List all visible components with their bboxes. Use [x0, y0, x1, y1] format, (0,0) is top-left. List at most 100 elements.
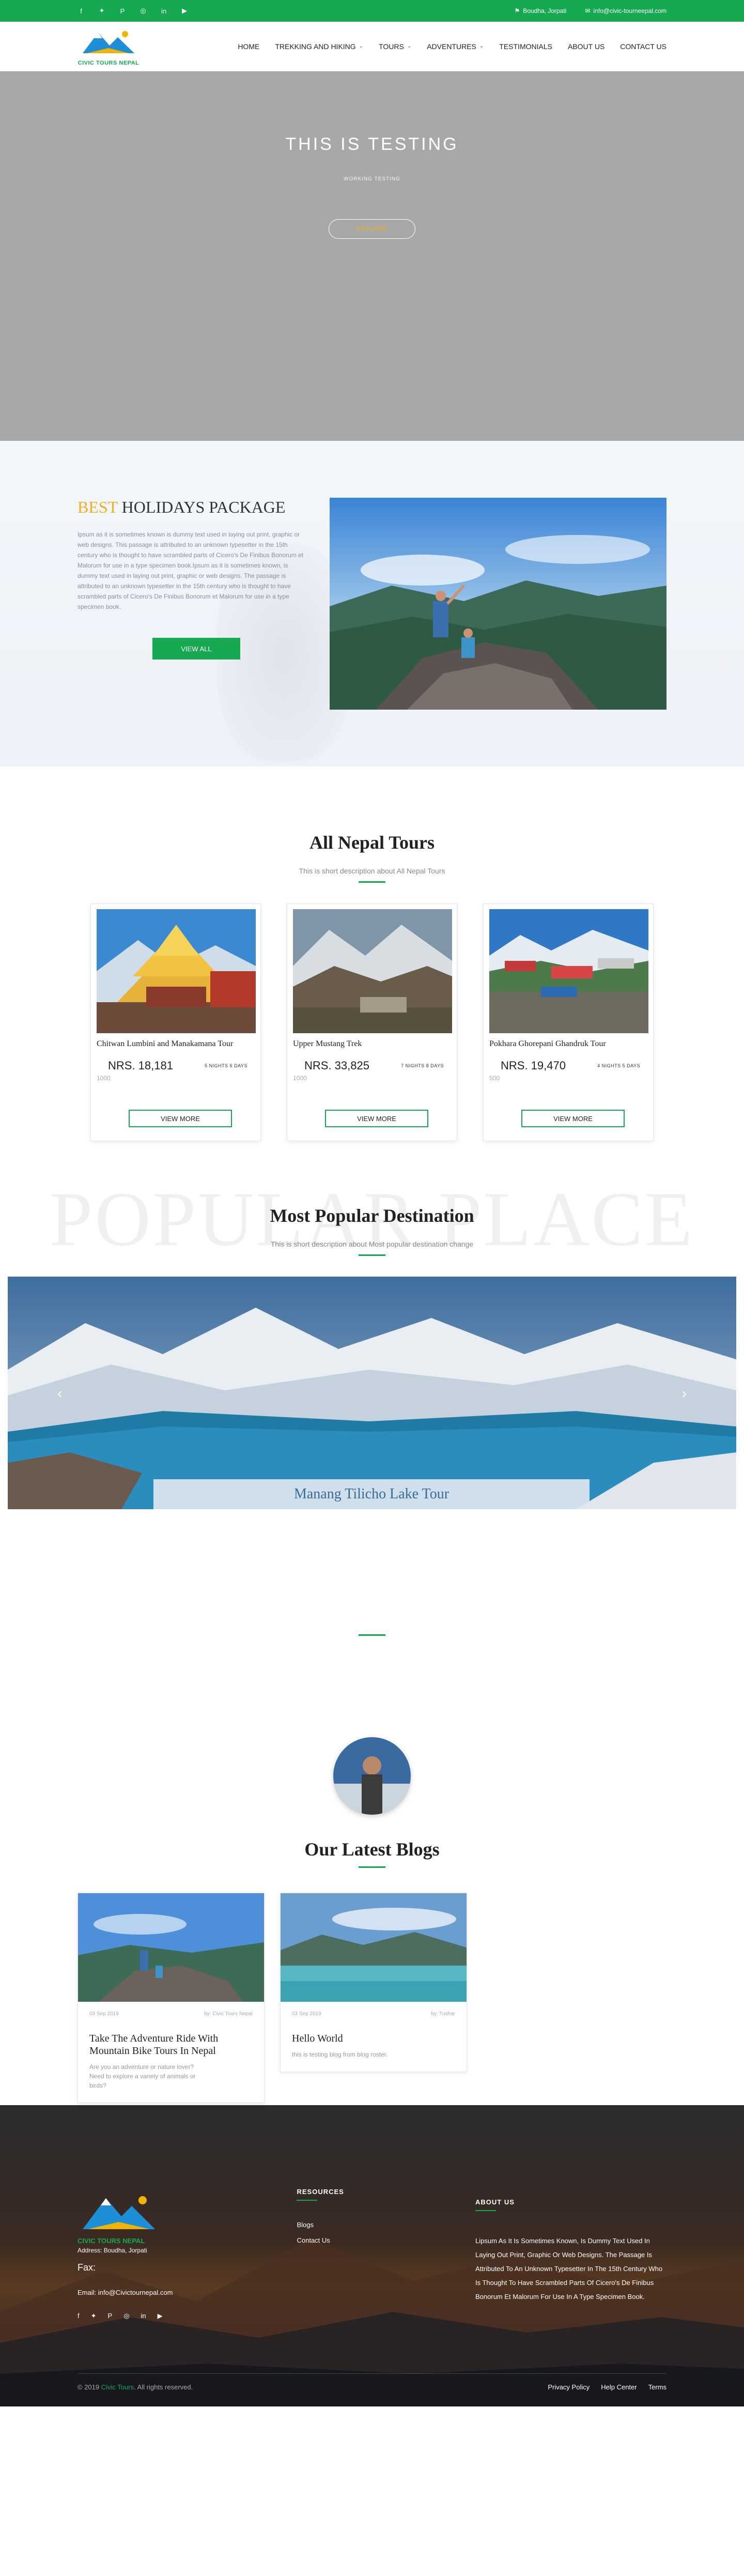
hero-subtitle: WORKING TESTING — [344, 176, 400, 182]
top-contact: ⚑ Boudha, Jorpati ✉ info@civic-tourneepal.… — [515, 7, 667, 14]
email-text[interactable]: info@civic-tourneepal.com — [593, 7, 667, 14]
popular-section: POPULAR PLACE Most Popular Destination T… — [0, 1175, 744, 1815]
logo-mountain-icon — [83, 2196, 155, 2229]
mail-icon: ✉ — [585, 7, 591, 14]
nav-adventures-label: ADVENTURES — [427, 42, 476, 51]
chevron-down-icon: ⌄ — [479, 43, 484, 49]
nav-about-label: ABOUT US — [567, 42, 605, 51]
testimonial-underline — [359, 1634, 385, 1636]
instagram-icon[interactable]: ◎ — [140, 7, 147, 15]
linkedin-icon[interactable]: in — [160, 7, 167, 15]
email-item[interactable]: ✉ info@civic-tourneepal.com — [585, 7, 667, 14]
footer-about: ABOUT US Lipsum As It Is Sometimes Known… — [475, 2188, 667, 2320]
tour-card[interactable]: Chitwan Lumbini and Manakamana Tour NRS.… — [90, 903, 261, 1141]
address-item: ⚑ Boudha, Jorpati — [515, 7, 567, 14]
nav-trekking-label: TREKKING AND HIKING — [275, 42, 356, 51]
footer-email[interactable]: Email: info@Civictournepal.com — [78, 2289, 297, 2296]
blog-card[interactable]: 03 Sep 2019 by: Civic Tours Nepal Take T… — [78, 1893, 265, 2103]
holiday-section: BEST HOLIDAYS PACKAGE Ipsum as it is som… — [0, 441, 744, 766]
help-center-link[interactable]: Help Center — [601, 2383, 637, 2391]
blog-author: by: Civic Tours Nepal — [204, 2011, 253, 2017]
nav-home[interactable]: HOME — [238, 42, 259, 51]
tour-image — [293, 909, 452, 1033]
site-footer: CIVIC TOURS NEPAL Address: Boudha, Jorpa… — [0, 2105, 744, 2406]
holiday-title-rest: HOLIDAYS PACKAGE — [117, 498, 286, 516]
facebook-icon[interactable]: f — [78, 2312, 80, 2320]
hero-banner: THIS IS TESTING WORKING TESTING EXPLORE — [0, 71, 744, 441]
nav-adventures[interactable]: ADVENTURES ⌄ — [427, 42, 484, 51]
tour-price-row: NRS. 33,825 7 NIGHTS 8 DAYS — [293, 1059, 451, 1072]
tours-title: All Nepal Tours — [309, 832, 435, 853]
footer-contact: CIVIC TOURS NEPAL Address: Boudha, Jorpa… — [78, 2188, 297, 2320]
holiday-title-accent: BEST — [78, 498, 118, 516]
blog-excerpt: Are you an adventure or nature lover? Ne… — [89, 2063, 196, 2089]
view-more-button[interactable]: VIEW MORE — [325, 1110, 428, 1127]
nav-contact-label: CONTACT US — [620, 42, 667, 51]
blog-title[interactable]: Take The Adventure Ride With Mountain Bi… — [78, 2017, 233, 2057]
nav-contact[interactable]: CONTACT US — [620, 42, 667, 51]
linkedin-icon[interactable]: in — [141, 2312, 146, 2320]
instagram-icon[interactable]: ◎ — [123, 2312, 129, 2320]
resources-links: Blogs Contact Us — [297, 2217, 475, 2248]
blog-excerpt: this is testing blog from blog roster. — [292, 2051, 388, 2058]
tour-price-row: NRS. 18,181 5 NIGHTS 6 DAYS — [97, 1059, 255, 1072]
popular-underline — [359, 1254, 385, 1256]
tour-cards: Chitwan Lumbini and Manakamana Tour NRS.… — [0, 903, 744, 1141]
blog-title[interactable]: Hello World — [281, 2017, 436, 2045]
tour-price: NRS. 19,470 — [501, 1059, 566, 1072]
hero-button[interactable]: EXPLORE — [329, 219, 415, 239]
terms-link[interactable]: Terms — [648, 2383, 667, 2391]
twitter-icon[interactable]: ✦ — [91, 2312, 97, 2320]
nav-trekking[interactable]: TREKKING AND HIKING ⌄ — [275, 42, 363, 51]
resources-underline — [297, 2200, 318, 2201]
pinterest-icon[interactable]: P — [119, 7, 126, 15]
nav-tours-label: TOURS — [379, 42, 404, 51]
privacy-policy-link[interactable]: Privacy Policy — [548, 2383, 590, 2391]
blog-meta: 03 Sep 2019 by: Civic Tours Nepal — [78, 2002, 264, 2017]
tour-price: NRS. 18,181 — [108, 1059, 173, 1072]
slider-next-arrow[interactable]: › — [682, 1385, 687, 1402]
tour-card[interactable]: Pokhara Ghorepani Ghandruk Tour NRS. 19,… — [483, 903, 654, 1141]
copyright-brand[interactable]: Civic Tours — [101, 2383, 134, 2391]
nav-tours[interactable]: TOURS ⌄ — [379, 42, 411, 51]
about-text: Lipsum As It Is Sometimes Known, Is Dumm… — [475, 2237, 663, 2301]
footer-logo[interactable]: CIVIC TOURS NEPAL — [78, 2188, 160, 2250]
footer-link-contact[interactable]: Contact Us — [297, 2233, 475, 2248]
footer-logo-text: CIVIC TOURS NEPAL — [78, 2237, 145, 2245]
destination-image — [8, 1277, 736, 1509]
view-more-button[interactable]: VIEW MORE — [129, 1110, 232, 1127]
address-text: Boudha, Jorpati — [523, 7, 567, 14]
copyright-suffix: . All rights reserved. — [134, 2383, 193, 2391]
youtube-icon[interactable]: ▶ — [181, 7, 188, 15]
view-more-button[interactable]: VIEW MORE — [521, 1110, 625, 1127]
nav-about[interactable]: ABOUT US — [568, 42, 605, 51]
logo-mountain-icon — [83, 30, 134, 53]
tour-image — [97, 909, 256, 1033]
popular-titles: Most Popular Destination This is short d… — [0, 1175, 744, 1256]
blogs-title: Our Latest Blogs — [304, 1839, 440, 1860]
tour-old-price: 1000 — [293, 1075, 307, 1082]
chevron-down-icon: ⌄ — [359, 43, 364, 49]
holiday-photo — [330, 498, 667, 710]
twitter-icon[interactable]: ✦ — [98, 7, 105, 15]
holiday-text: BEST HOLIDAYS PACKAGE Ipsum as it is som… — [78, 498, 305, 766]
view-all-button[interactable]: VIEW ALL — [152, 638, 240, 660]
tour-card[interactable]: Upper Mustang Trek NRS. 33,825 7 NIGHTS … — [287, 903, 457, 1141]
slide-caption[interactable]: Manang Tilicho Lake Tour — [153, 1479, 590, 1509]
holiday-body: Ipsum as it is sometimes known is dummy … — [78, 531, 304, 610]
footer-bottom-links: Privacy Policy Help Center Terms — [548, 2383, 667, 2391]
pinterest-icon[interactable]: P — [108, 2312, 113, 2320]
chevron-down-icon: ⌄ — [407, 43, 412, 49]
facebook-icon[interactable]: f — [78, 7, 85, 15]
site-logo[interactable]: CIVIC TOURS NEPAL — [78, 25, 140, 68]
destination-slider[interactable]: ‹ › Manang Tilicho Lake Tour — [8, 1277, 736, 1509]
tour-price: NRS. 33,825 — [304, 1059, 369, 1072]
slider-prev-arrow[interactable]: ‹ — [57, 1385, 62, 1402]
blog-card[interactable]: 03 Sep 2019 by: Tushar Hello World this … — [280, 1893, 467, 2072]
nav-testimonials[interactable]: TESTIMONIALS — [499, 42, 552, 51]
youtube-icon[interactable]: ▶ — [158, 2312, 163, 2320]
blog-image — [281, 1893, 467, 2002]
social-links: f ✦ P ◎ in ▶ — [78, 7, 188, 15]
resources-heading: RESOURCES — [297, 2188, 344, 2196]
footer-link-blogs[interactable]: Blogs — [297, 2217, 475, 2233]
